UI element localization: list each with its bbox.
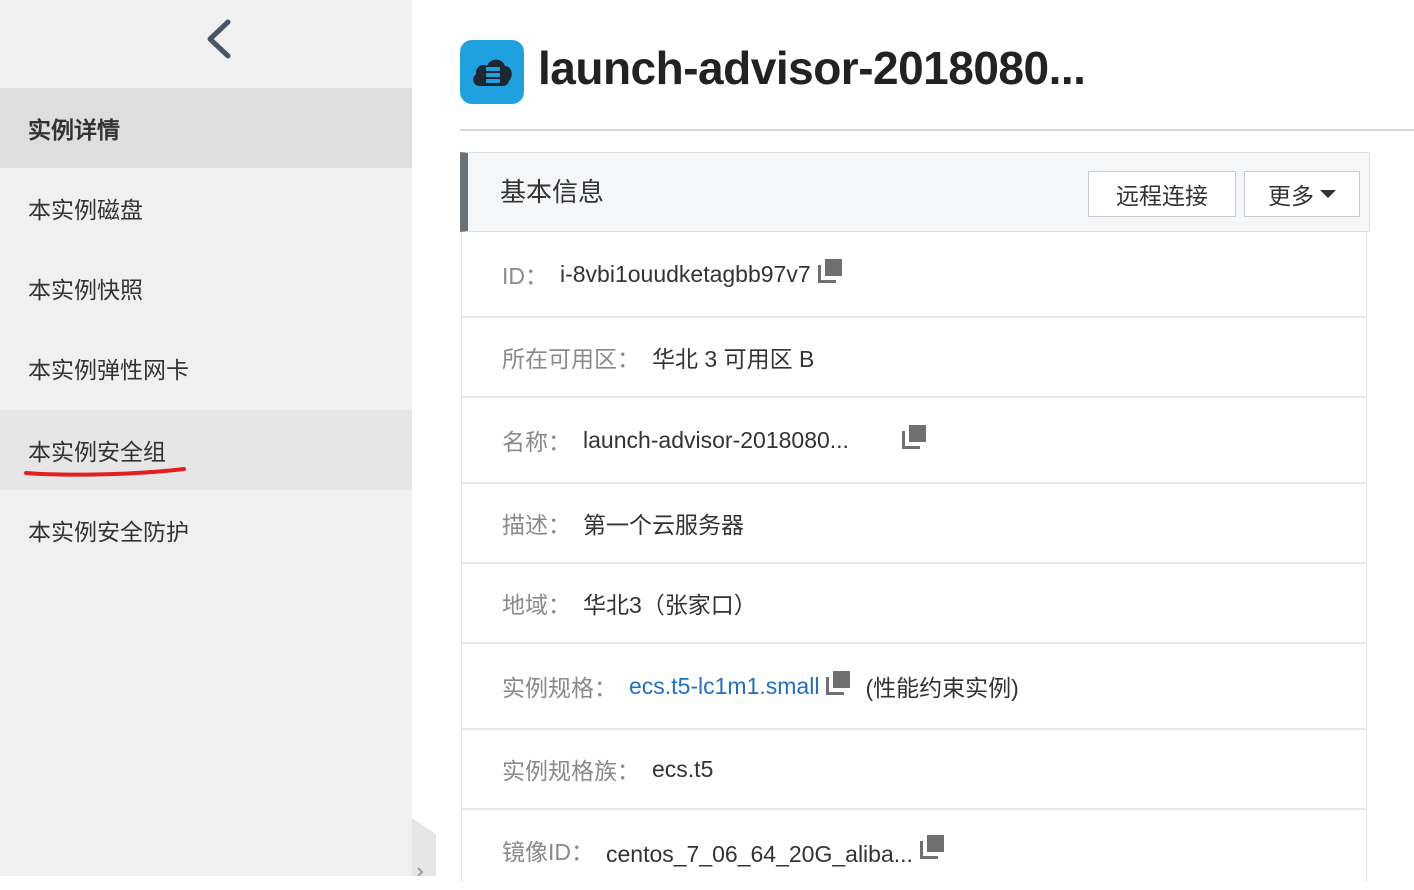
copy-icon[interactable]: [901, 424, 927, 456]
more-label: 更多: [1268, 183, 1314, 209]
info-row-zone: 所在可用区： 华北 3 可用区 B: [462, 318, 1366, 398]
sidebar-item-label: 本实例弹性网卡: [28, 357, 189, 383]
back-button[interactable]: [196, 14, 244, 64]
description-value: 第一个云服务器: [583, 512, 744, 538]
spec-family-value: ecs.t5: [652, 755, 714, 782]
sidebar-item-disks[interactable]: 本实例磁盘: [0, 168, 412, 248]
image-id-value: centos_7_06_64_20G_aliba...: [606, 840, 913, 867]
info-row-image-id: 镜像ID： centos_7_06_64_20G_aliba...: [462, 810, 1366, 890]
sidebar-item-snapshots[interactable]: 本实例快照: [0, 248, 412, 328]
spec-label: 实例规格：: [502, 675, 617, 701]
sidebar-collapse-handle[interactable]: [412, 818, 438, 876]
basic-info-list: ID： i-8vbi1ouudketagbb97v7 所在可用区： 华北 3 可…: [461, 232, 1367, 882]
copy-icon[interactable]: [817, 258, 843, 290]
region-value: 华北3（张家口）: [583, 592, 757, 618]
more-dropdown-button[interactable]: 更多: [1244, 171, 1360, 217]
info-row-id: ID： i-8vbi1ouudketagbb97v7: [462, 232, 1366, 318]
spec-family-label: 实例规格族：: [502, 758, 640, 784]
spec-link[interactable]: ecs.t5-lc1m1.small: [629, 673, 819, 700]
name-label: 名称：: [502, 429, 571, 455]
info-row-name: 名称： launch-advisor-2018080...: [462, 398, 1366, 484]
id-value: i-8vbi1ouudketagbb97v7: [560, 260, 811, 287]
sidebar-item-security-groups[interactable]: 本实例安全组: [0, 410, 412, 490]
region-label: 地域：: [502, 592, 571, 618]
sidebar-item-network-interfaces[interactable]: 本实例弹性网卡: [0, 328, 412, 408]
copy-icon[interactable]: [919, 834, 945, 866]
caret-down-icon: [1320, 190, 1336, 198]
description-label: 描述：: [502, 512, 571, 538]
info-row-description: 描述： 第一个云服务器: [462, 484, 1366, 564]
basic-info-panel-header: 基本信息 远程连接 更多: [460, 152, 1370, 232]
chevron-left-icon: [207, 19, 231, 59]
name-value: launch-advisor-2018080...: [583, 426, 849, 453]
sidebar-item-security-protection[interactable]: 本实例安全防护: [0, 490, 412, 570]
sidebar-item-label: 实例详情: [28, 117, 120, 143]
remote-connect-button[interactable]: 远程连接: [1088, 171, 1236, 217]
zone-label: 所在可用区：: [502, 346, 640, 372]
remote-connect-label: 远程连接: [1116, 183, 1208, 209]
page-title: launch-advisor-2018080...: [538, 42, 1086, 94]
id-label: ID：: [502, 263, 548, 289]
image-id-label: 镜像ID：: [502, 839, 594, 865]
header-divider: [460, 129, 1414, 131]
info-row-region: 地域： 华北3（张家口）: [462, 564, 1366, 644]
panel-title: 基本信息: [500, 177, 605, 207]
info-row-spec-family: 实例规格族： ecs.t5: [462, 730, 1366, 810]
spec-note: (性能约束实例): [865, 675, 1019, 701]
info-row-spec: 实例规格： ecs.t5-lc1m1.small (性能约束实例): [462, 644, 1366, 730]
cloud-server-icon: [460, 40, 524, 104]
copy-icon[interactable]: [825, 670, 851, 702]
sidebar-item-instance-details[interactable]: 实例详情: [0, 88, 412, 168]
zone-value: 华北 3 可用区 B: [652, 346, 815, 372]
sidebar: 实例详情 本实例磁盘 本实例快照 本实例弹性网卡 本实例安全组 本实例安全防护: [0, 0, 412, 876]
sidebar-item-label: 本实例磁盘: [28, 197, 143, 223]
sidebar-item-label: 本实例快照: [28, 277, 143, 303]
sidebar-item-label: 本实例安全防护: [28, 519, 189, 545]
sidebar-item-label: 本实例安全组: [28, 439, 166, 465]
